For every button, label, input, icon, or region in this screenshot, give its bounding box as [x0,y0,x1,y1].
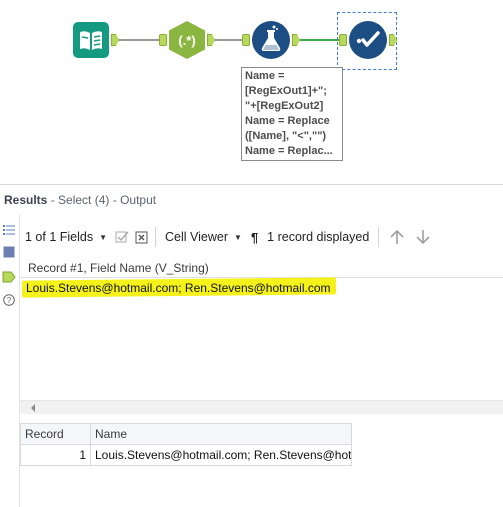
flask-icon [252,21,290,59]
list-view-icon[interactable] [3,224,15,236]
close-box-icon [135,231,148,243]
fields-dropdown-label: 1 of 1 Fields [25,230,94,244]
scroll-left-icon[interactable] [28,402,38,414]
formula-input-anchor[interactable] [242,34,250,46]
results-header: Results - Select (4) - Output [0,184,503,214]
horizontal-scrollbar[interactable] [20,400,503,414]
annotation-line: "+[RegExOut2] [245,100,324,112]
pilcrow-icon: ¶ [250,229,259,245]
edit-fields-button[interactable] [112,225,132,249]
input-data-tool[interactable] [73,22,109,58]
cell-viewer-label: Cell Viewer [165,230,229,244]
results-title: Results [4,193,48,207]
workflow-canvas[interactable]: (.*) Name = [RegExOut1]+"; "+[RegExOut2] Na… [0,0,503,178]
next-record-button[interactable] [411,225,435,249]
cell-viewer-header: Record #1, Field Name (V_String) [20,258,503,278]
arrow-up-icon [390,229,404,244]
cell-viewer-dropdown[interactable]: Cell Viewer ▼ [160,225,247,249]
results-grid: Record Name 1 Louis.Stevens@hotmail.com;… [20,423,352,466]
results-anchor-name: Output [120,193,157,207]
checkmark-icon [349,21,387,59]
results-left-rail: ? [0,214,20,507]
annotation-line: Name = Replace [245,115,330,127]
pilcrow-button[interactable]: ¶ [247,225,262,249]
select-input-anchor[interactable] [339,34,347,46]
help-icon[interactable]: ? [3,294,15,306]
previous-record-button[interactable] [383,225,411,249]
cell-value[interactable]: Louis.Stevens@hotmail.com; Ren.Stevens@h… [26,280,331,296]
table-row[interactable]: 1 Louis.Stevens@hotmail.com; Ren.Stevens… [20,444,352,466]
toolbar-divider [155,227,157,247]
formula-tool[interactable] [251,20,291,60]
connection-line-active[interactable] [300,39,342,41]
book-icon [73,22,109,58]
output-anchor-icon[interactable] [2,270,16,284]
results-separator: - [109,193,121,207]
fields-dropdown[interactable]: 1 of 1 Fields ▼ [20,225,112,249]
annotation-line: ([Name], "<","") [245,130,327,142]
svg-text:?: ? [7,296,12,305]
input-output-anchor[interactable] [111,34,119,46]
connection-line[interactable] [119,39,164,41]
record-count-label: 1 record displayed [267,230,370,244]
grid-header-row: Record Name [20,423,352,445]
record-count: 1 record displayed [262,225,374,249]
connection-line[interactable] [215,39,245,41]
results-toolbar: 1 of 1 Fields ▼ Cell Viewer ▼ ¶ 1 record… [20,221,503,253]
table-view-icon[interactable] [3,246,15,258]
annotation-line: [RegExOut1]+"; [245,85,327,97]
regex-tool[interactable]: (.*) [168,20,206,60]
record-number-cell[interactable]: 1 [20,444,91,466]
toolbar-divider [378,227,380,247]
formula-annotation: Name = [RegExOut1]+"; "+[RegExOut2] Name = … [241,67,343,161]
annotation-line: Name = Replac... [245,145,333,157]
regex-input-anchor[interactable] [159,34,167,46]
results-separator: - [47,193,59,207]
results-tool-name: Select (4) [58,193,110,207]
arrow-down-icon [416,230,430,245]
regex-output-anchor[interactable] [207,34,215,46]
regex-tool-label: (.*) [178,33,195,48]
regex-hexagon-icon: (.*) [169,21,205,59]
annotation-line: Name = [245,70,285,82]
column-header-record[interactable]: Record [20,423,91,445]
column-header-name[interactable]: Name [90,423,352,445]
chevron-down-icon: ▼ [234,232,242,242]
select-tool[interactable] [348,20,388,60]
chevron-down-icon: ▼ [99,232,108,242]
formula-output-anchor[interactable] [292,34,300,46]
clear-fields-button[interactable] [132,225,151,249]
name-cell[interactable]: Louis.Stevens@hotmail.com; Ren.Stevens@h… [90,444,352,466]
checkbox-edit-icon [115,231,129,243]
